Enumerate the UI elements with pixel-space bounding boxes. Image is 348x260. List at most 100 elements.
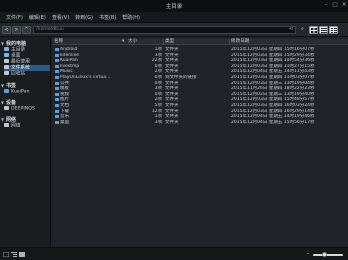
file-size-cell: 12项 <box>151 108 162 114</box>
column-divider[interactable] <box>163 39 164 45</box>
file-name-cell: 公共 <box>60 80 69 86</box>
folder-icon <box>55 70 59 74</box>
sidebar-item-label: KuaiPan <box>11 89 30 95</box>
menu-help[interactable]: 帮助(H) <box>119 14 143 21</box>
hide-sidebar-icon[interactable] <box>19 252 25 257</box>
compact-view-button[interactable] <box>329 26 338 34</box>
file-size-cell: 2项 <box>154 69 162 75</box>
sidebar-item-kuaipan[interactable]: KuaiPan <box>4 89 50 95</box>
folder-icon <box>55 92 59 96</box>
sidebar-section-bookmarks[interactable]: ▼ 书签 <box>1 82 16 89</box>
icon-view-button[interactable] <box>309 26 318 34</box>
column-header-name[interactable]: 名称 <box>54 39 63 45</box>
file-name-cell: Android <box>60 47 78 52</box>
column-header-date[interactable]: 修改日期 <box>231 39 249 45</box>
file-date-cell: 2015年12月04日 星期五 14时19分46秒 <box>231 114 315 120</box>
table-row[interactable]: PlayOnLinux's virtua… 0项 到文件夹的链接 2015年12月03… <box>52 75 348 80</box>
search-button[interactable]: ⌕ <box>298 26 307 34</box>
menu-edit[interactable]: 编辑(E) <box>26 14 49 21</box>
close-button[interactable]: ✕ <box>340 2 348 9</box>
menu-file[interactable]: 文件(F) <box>3 14 26 21</box>
file-type-cell: 文件夹 <box>165 97 179 103</box>
file-name-cell: 音乐 <box>60 114 69 120</box>
status-bar: – <box>0 247 348 260</box>
table-row[interactable]: 音乐 1项 文件夹 2015年12月04日 星期五 14时19分46秒 <box>52 114 348 119</box>
recent-icon <box>4 59 9 63</box>
file-name-cell: 图片 <box>60 97 69 103</box>
sidebar-item-deepinos[interactable]: DEEPINOS <box>4 106 50 112</box>
file-type-cell: 文件夹 <box>165 91 179 97</box>
table-row[interactable]: 视频 0项 文件夹 2015年12月02日 星期三 13时19分40秒 <box>52 92 348 97</box>
folder-icon <box>55 109 59 113</box>
file-size-cell: 3项 <box>154 86 162 92</box>
file-date-cell: 2015年12月03日 星期四 16时29分14秒 <box>231 108 315 114</box>
desktop-icon <box>4 53 9 57</box>
sort-arrow-icon[interactable]: ▾ <box>122 39 124 45</box>
zoom-slider[interactable] <box>313 252 343 257</box>
sidebar-item-label: 桌面 <box>11 53 21 59</box>
trash-icon <box>4 71 9 75</box>
forward-button[interactable]: > <box>12 26 21 34</box>
table-row[interactable]: kdenlive 3项 文件夹 2015年12月03日 星期四 15时29分34秒 <box>52 53 348 58</box>
file-date-cell: 2015年12月03日 星期三 13时19分04秒 <box>231 80 315 86</box>
file-name-cell: 模板 <box>60 86 69 92</box>
table-row[interactable]: Android 1项 文件夹 2015年12月03日 星期四 15时16分07秒 <box>52 47 348 52</box>
compact-list-icon <box>331 28 337 33</box>
sidebar-section-network[interactable]: ▼ 网络 <box>1 116 16 123</box>
location-input[interactable]: /home/dbuu ⟲ <box>33 26 296 34</box>
file-type-cell: 文件夹 <box>165 119 179 125</box>
file-size-cell: 5项 <box>154 103 162 108</box>
table-row[interactable]: KuaiPan 22项 文件夹 2015年12月03日 星期四 10时54分36秒 <box>52 58 348 63</box>
network-icon <box>4 123 9 127</box>
back-button[interactable]: < <box>2 26 11 34</box>
table-row[interactable]: 公共 0项 文件夹 2015年12月03日 星期三 13时19分04秒 <box>52 81 348 86</box>
file-type-cell: 文件夹 <box>165 52 179 58</box>
folder-icon <box>55 98 59 102</box>
menu-view[interactable]: 查看(V) <box>49 14 72 21</box>
menu-bookmarks[interactable]: 书签(B) <box>96 14 119 21</box>
file-size-cell: 0项 <box>154 75 162 80</box>
table-row[interactable]: 桌面 3项 文件夹 2015年12月04日 星期五 15时56分17秒 <box>52 120 348 125</box>
sidebar-item-label: DEEPINOS <box>11 106 35 112</box>
folder-icon <box>4 89 9 93</box>
table-row[interactable]: Music 2项 文件夹 2015年12月04日 星期五 14时11分43秒 <box>52 69 348 74</box>
maximize-button[interactable]: □ <box>331 2 339 9</box>
file-type-cell: 文件夹 <box>165 108 179 114</box>
folder-icon <box>55 59 59 63</box>
file-date-cell: 2015年12月04日 星期五 14时11分43秒 <box>231 69 315 75</box>
column-header-size[interactable]: 大小 <box>128 39 137 45</box>
file-date-cell: 2015年12月02日 星期三 13时19分40秒 <box>231 91 315 97</box>
tree-toggle-icon[interactable] <box>11 252 17 257</box>
sidebar-section-computer[interactable]: ▼ 我的电脑 <box>1 40 26 47</box>
column-divider[interactable] <box>229 39 230 45</box>
file-type-cell: 文件夹 <box>165 69 179 75</box>
sidebar-item-label: 文件系统 <box>11 65 30 71</box>
places-toggle-icon[interactable] <box>3 252 9 257</box>
sidebar-item-trash[interactable]: 回收站 <box>4 71 50 77</box>
zoom-slider-handle[interactable] <box>321 252 327 257</box>
zoom-out-icon[interactable]: – <box>305 251 311 257</box>
file-size-cell: 0项 <box>154 80 162 86</box>
table-row[interactable]: livestmp 0项 文件夹 2015年12月03日 星期四 11时27分15秒 <box>52 64 348 69</box>
minimize-button[interactable]: – <box>322 2 330 9</box>
list-view-button[interactable] <box>319 26 328 34</box>
table-row[interactable]: 文档 5项 文件夹 2015年12月03日 星期四 16时03分24秒 <box>52 103 348 108</box>
sidebar-item-network[interactable]: 网络 <box>4 123 50 129</box>
menu-go[interactable]: 转到(G) <box>72 14 96 21</box>
file-type-cell: 文件夹 <box>165 114 179 120</box>
table-row[interactable]: 模板 3项 文件夹 2015年11月26日 星期四 18时22分23秒 <box>52 86 348 91</box>
file-type-cell: 文件夹 <box>165 103 179 108</box>
column-header-type[interactable]: 类型 <box>165 39 174 45</box>
grid-icon <box>311 28 317 33</box>
table-row[interactable]: 图片 2项 文件夹 2015年12月03日 星期四 15时48分57秒 <box>52 97 348 102</box>
file-type-cell: 文件夹 <box>165 47 179 52</box>
table-row[interactable]: 下载 12项 文件夹 2015年12月03日 星期四 16时29分14秒 <box>52 109 348 114</box>
sidebar-section-devices[interactable]: ▼ 设备 <box>1 99 16 106</box>
location-path: /home/dbuu <box>36 27 64 32</box>
file-type-cell: 文件夹 <box>165 58 179 64</box>
file-type-cell: 文件夹 <box>165 86 179 92</box>
file-size-cell: 2项 <box>154 97 162 103</box>
reload-icon[interactable]: ⟲ <box>289 27 293 33</box>
folder-icon <box>55 115 59 119</box>
up-button[interactable]: ^ <box>22 26 31 34</box>
